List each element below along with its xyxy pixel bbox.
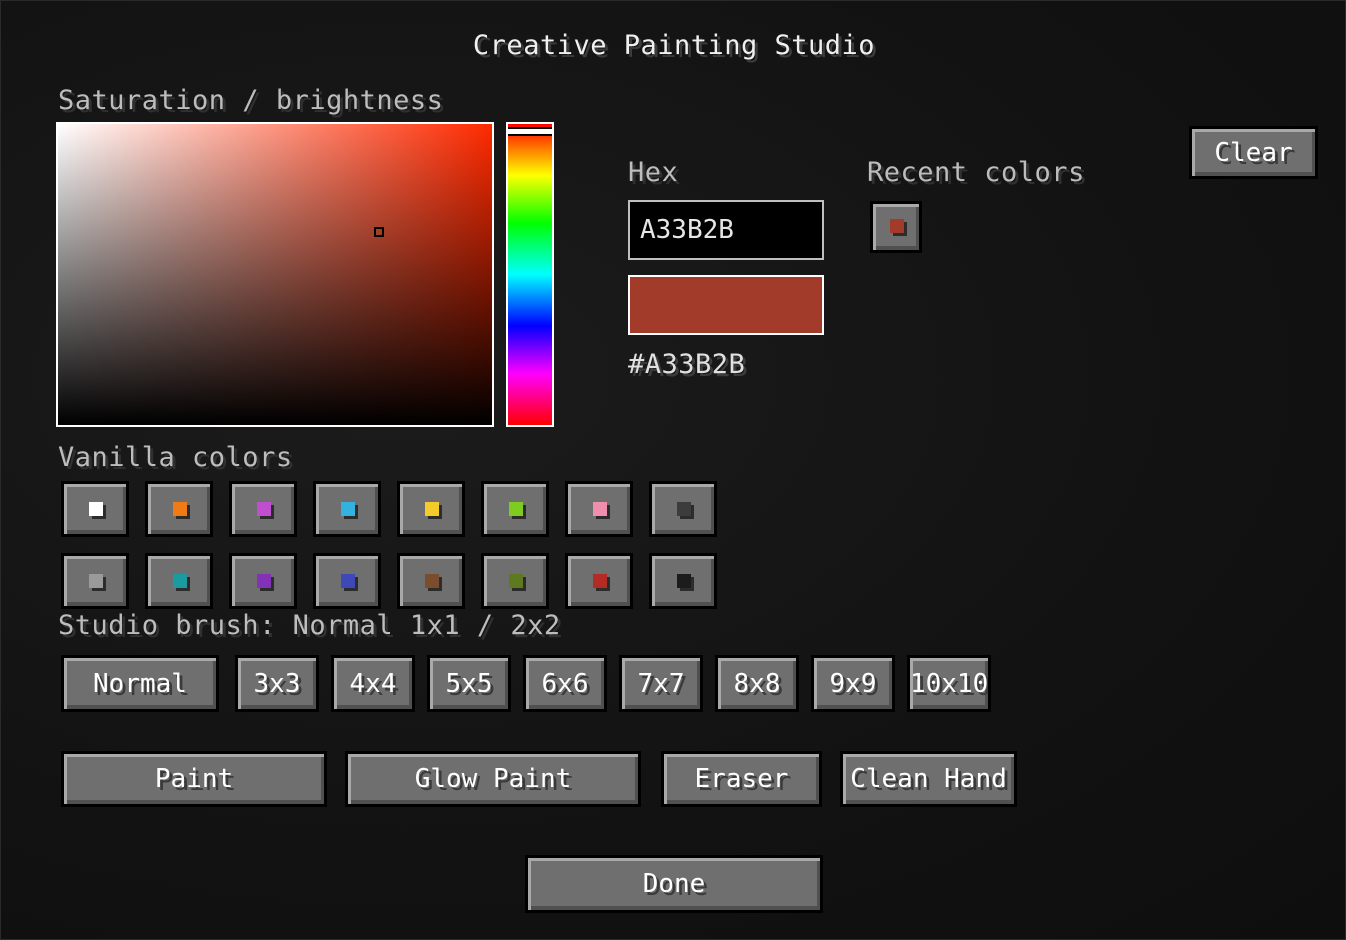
brush-size-button[interactable]: 5x5: [427, 655, 511, 712]
brush-size-button[interactable]: Normal: [61, 655, 219, 712]
saturation-brightness-label: Saturation / brightness: [58, 85, 444, 116]
tool-label: Glow Paint: [414, 764, 572, 794]
vanilla-color-chip: [257, 574, 271, 588]
vanilla-color-button[interactable]: [229, 553, 297, 609]
tool-label: Paint: [154, 764, 234, 794]
brush-size-label: 8x8: [733, 668, 781, 699]
recent-color-chip: [890, 219, 904, 233]
clean-hand-button[interactable]: Clean Hand: [840, 751, 1017, 807]
vanilla-color-button[interactable]: [649, 481, 717, 537]
paint-button[interactable]: Paint: [61, 751, 327, 807]
studio-brush-label: Studio brush: Normal 1x1 / 2x2: [58, 610, 561, 641]
brush-size-button[interactable]: 6x6: [523, 655, 607, 712]
eraser-button[interactable]: Eraser: [661, 751, 822, 807]
saturation-brightness-cursor[interactable]: [374, 227, 385, 238]
brush-size-label: 4x4: [349, 668, 397, 699]
hex-input[interactable]: [628, 200, 824, 260]
hex-readout: #A33B2B: [628, 349, 746, 380]
screen-title: Creative Painting Studio: [472, 30, 876, 61]
brush-size-label: 10x10: [910, 668, 989, 699]
clear-button-label: Clear: [1214, 137, 1293, 168]
vanilla-color-chip: [341, 502, 355, 516]
vanilla-color-button[interactable]: [481, 481, 549, 537]
vanilla-color-chip: [677, 502, 691, 516]
vanilla-color-chip: [173, 574, 187, 588]
vanilla-color-button[interactable]: [565, 481, 633, 537]
vanilla-color-button[interactable]: [397, 481, 465, 537]
vanilla-color-chip: [425, 574, 439, 588]
hue-slider[interactable]: [506, 122, 554, 427]
brush-size-button[interactable]: 4x4: [331, 655, 415, 712]
brush-size-label: Normal: [93, 668, 187, 699]
brush-size-button[interactable]: 9x9: [811, 655, 895, 712]
hue-slider-handle[interactable]: [508, 127, 552, 137]
vanilla-color-chip: [173, 502, 187, 516]
vanilla-color-chip: [677, 574, 691, 588]
recent-colors-label: Recent colors: [867, 157, 1085, 188]
tool-label: Clean Hand: [850, 764, 1007, 794]
vanilla-color-button[interactable]: [61, 553, 129, 609]
vanilla-color-chip: [593, 574, 607, 588]
brush-size-label: 6x6: [541, 668, 589, 699]
vanilla-color-button[interactable]: [565, 553, 633, 609]
done-button[interactable]: Done: [525, 855, 823, 913]
vanilla-color-chip: [89, 574, 103, 588]
vanilla-color-button[interactable]: [61, 481, 129, 537]
vanilla-color-button[interactable]: [229, 481, 297, 537]
vanilla-color-chip: [89, 502, 103, 516]
recent-color-swatch[interactable]: [870, 201, 922, 253]
brush-size-button[interactable]: 3x3: [235, 655, 319, 712]
vanilla-color-chip: [593, 502, 607, 516]
vanilla-color-button[interactable]: [313, 481, 381, 537]
clear-button[interactable]: Clear: [1189, 126, 1318, 179]
vanilla-colors-label: Vanilla colors: [58, 442, 293, 473]
brush-size-label: 5x5: [445, 668, 493, 699]
tool-label: Eraser: [694, 764, 789, 794]
vanilla-color-chip: [341, 574, 355, 588]
brush-size-button[interactable]: 10x10: [907, 655, 991, 712]
vanilla-color-button[interactable]: [145, 481, 213, 537]
vanilla-color-button[interactable]: [649, 553, 717, 609]
vanilla-color-chip: [425, 502, 439, 516]
vanilla-color-chip: [509, 502, 523, 516]
glow-paint-button[interactable]: Glow Paint: [345, 751, 641, 807]
saturation-brightness-field[interactable]: [56, 122, 494, 427]
brush-size-button[interactable]: 8x8: [715, 655, 799, 712]
done-button-label: Done: [642, 869, 706, 899]
vanilla-color-button[interactable]: [481, 553, 549, 609]
vanilla-color-button[interactable]: [145, 553, 213, 609]
vanilla-color-button[interactable]: [397, 553, 465, 609]
brush-size-label: 7x7: [637, 668, 685, 699]
color-preview-swatch: [628, 275, 824, 335]
vanilla-color-chip: [509, 574, 523, 588]
brush-size-button[interactable]: 7x7: [619, 655, 703, 712]
vanilla-color-chip: [257, 502, 271, 516]
vanilla-color-button[interactable]: [313, 553, 381, 609]
brush-size-label: 3x3: [253, 668, 301, 699]
painting-studio-screen: Creative Painting Studio Saturation / br…: [0, 0, 1346, 940]
hex-label: Hex: [628, 157, 679, 188]
brush-size-label: 9x9: [829, 668, 877, 699]
